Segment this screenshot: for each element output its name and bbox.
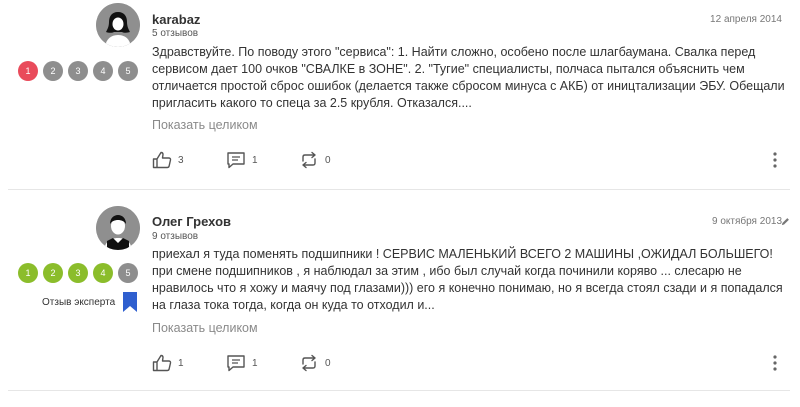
- review-text: приехал я туда поменять подшипники ! СЕР…: [152, 247, 783, 312]
- comment-icon: [227, 355, 245, 372]
- bookmark-icon: [123, 292, 137, 312]
- review-date: 12 апреля 2014: [710, 14, 782, 25]
- author-review-count[interactable]: 5 отзывов: [152, 28, 198, 39]
- rating-dot-3: 3: [68, 61, 88, 81]
- repost-button[interactable]: 0: [299, 151, 339, 169]
- rating-dot-4: 4: [93, 61, 113, 81]
- avatar[interactable]: [96, 206, 140, 250]
- rating-dot-1: 1: [18, 263, 38, 283]
- like-count: 3: [178, 155, 184, 166]
- rating-dot-1: 1: [18, 61, 38, 81]
- like-count: 1: [178, 358, 184, 369]
- comment-count: 1: [252, 155, 258, 166]
- rating-dot-5: 5: [118, 61, 138, 81]
- pencil-icon: [781, 218, 789, 226]
- thumbs-up-icon: [152, 354, 172, 372]
- repost-button[interactable]: 0: [299, 354, 339, 372]
- review-date: 9 октября 2013: [712, 216, 782, 227]
- review-item: karabaz 5 отзывов 12 апреля 2014 1 2 3 4…: [0, 0, 800, 190]
- rating-dot-3: 3: [68, 263, 88, 283]
- more-vertical-icon[interactable]: [772, 355, 778, 371]
- review-item: Олег Грехов 9 отзывов 9 октября 2013 1 2…: [0, 190, 800, 390]
- comment-button[interactable]: 1: [226, 151, 266, 169]
- author-review-count[interactable]: 9 отзывов: [152, 231, 198, 242]
- expert-review-label: Отзыв эксперта: [42, 297, 116, 308]
- repost-count: 0: [325, 155, 331, 166]
- show-more-link[interactable]: Показать целиком: [152, 321, 258, 335]
- review-author[interactable]: karabaz: [152, 12, 200, 27]
- comment-button[interactable]: 1: [226, 354, 266, 372]
- repost-icon: [302, 151, 316, 169]
- like-button[interactable]: 3: [152, 151, 192, 169]
- show-more-link[interactable]: Показать целиком: [152, 118, 258, 132]
- review-text: Здравствуйте. По поводу этого "сервиса":…: [152, 45, 785, 110]
- repost-count: 0: [325, 358, 331, 369]
- rating-dot-2: 2: [43, 61, 63, 81]
- female-avatar-icon: [96, 3, 140, 47]
- repost-icon: [302, 354, 316, 372]
- avatar[interactable]: [96, 3, 140, 47]
- review-divider: [8, 390, 790, 391]
- comment-count: 1: [252, 358, 258, 369]
- rating-dot-5: 5: [118, 263, 138, 283]
- comment-icon: [227, 152, 245, 169]
- review-author[interactable]: Олег Грехов: [152, 214, 231, 229]
- thumbs-up-icon: [152, 151, 172, 169]
- male-avatar-icon: [96, 206, 140, 250]
- rating-dot-2: 2: [43, 263, 63, 283]
- more-vertical-icon[interactable]: [772, 152, 778, 168]
- like-button[interactable]: 1: [152, 354, 192, 372]
- rating-dot-4: 4: [93, 263, 113, 283]
